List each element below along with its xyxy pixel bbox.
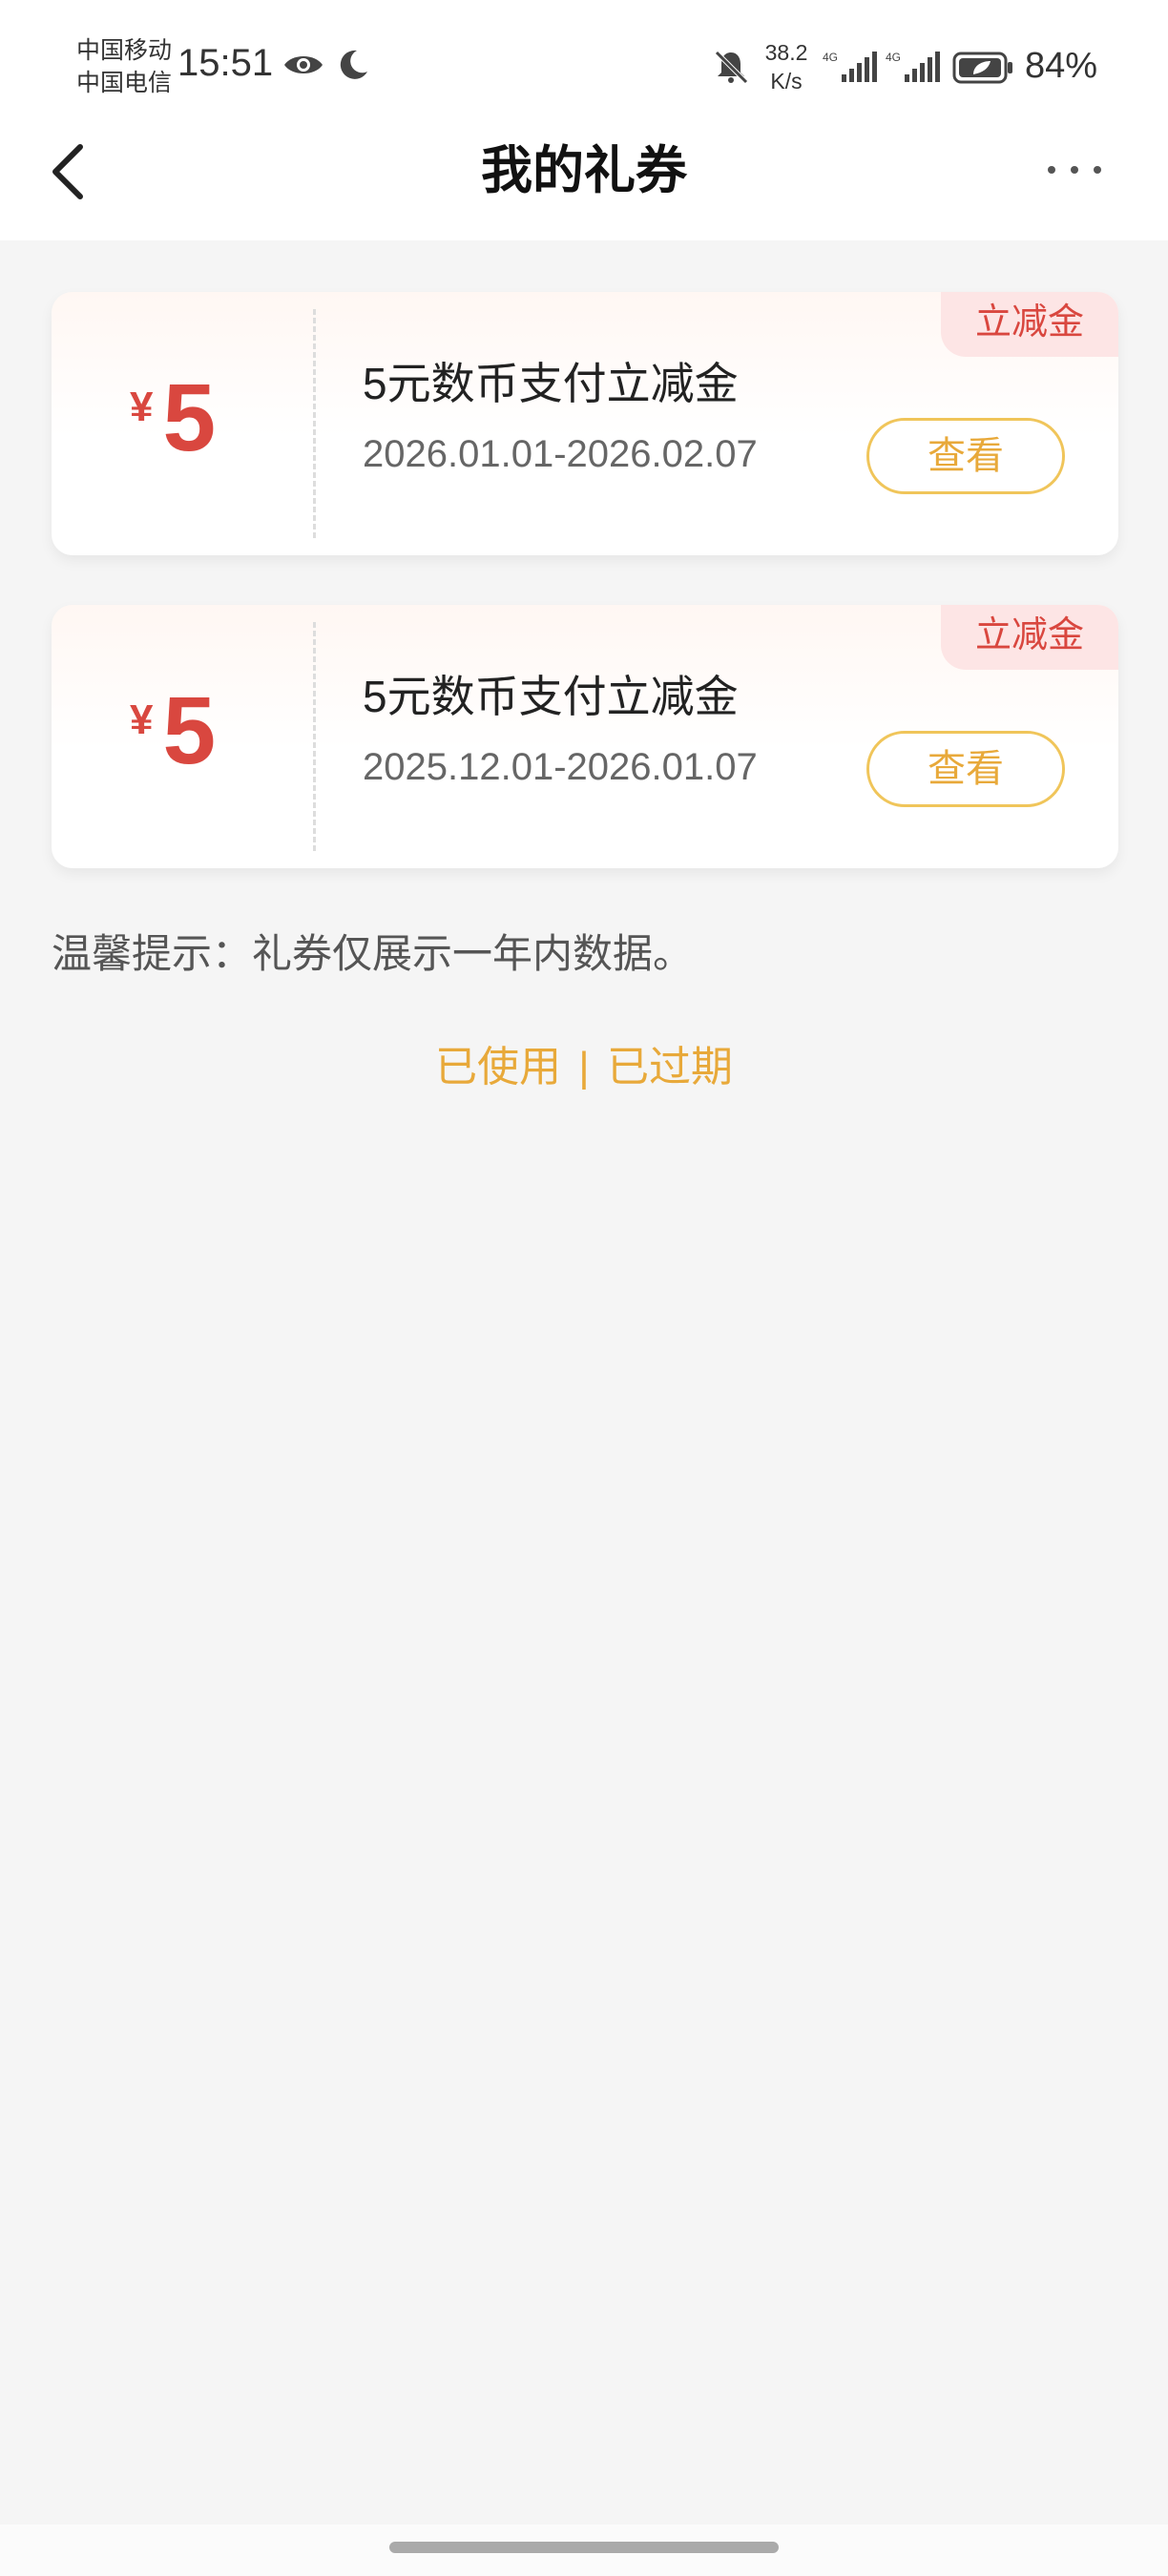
signal-icon: 4G: [886, 51, 940, 82]
more-options-icon[interactable]: [1046, 162, 1103, 177]
view-button[interactable]: 查看: [866, 731, 1065, 807]
link-separator: |: [578, 1044, 590, 1091]
battery-percent: 84%: [1025, 46, 1098, 86]
signal-1-label: 4G: [823, 51, 838, 64]
dashed-divider: [313, 622, 316, 851]
coupon-amount: ¥5: [130, 361, 216, 475]
network-speed-unit: K/s: [770, 69, 803, 93]
dashed-divider: [313, 309, 316, 538]
coupon-type-tag: 立减金: [941, 605, 1118, 670]
signal-2-label: 4G: [886, 51, 901, 64]
eye-icon: [284, 56, 323, 73]
home-indicator[interactable]: [389, 2542, 779, 2553]
currency-symbol: ¥: [130, 696, 154, 743]
coupon-value: 5: [162, 364, 217, 471]
carrier-info: 中国移动 中国电信: [76, 34, 172, 99]
network-speed: 38.2 K/s: [758, 38, 815, 95]
tip-text: 温馨提示：礼券仅展示一年内数据。: [52, 931, 694, 976]
signal-icon: 4G: [823, 51, 877, 82]
coupon-amount: ¥5: [130, 674, 216, 788]
used-coupons-link[interactable]: 已使用: [435, 1032, 561, 1093]
currency-symbol: ¥: [130, 384, 154, 430]
coupon-value: 5: [162, 677, 217, 784]
history-links: 已使用 | 已过期: [0, 1032, 1168, 1093]
battery-icon: [952, 52, 1012, 84]
carrier-2: 中国电信: [76, 70, 173, 96]
coupon-type-tag: 立减金: [941, 292, 1118, 357]
clock: 15:51: [177, 42, 274, 84]
carrier-1: 中国移动: [76, 37, 173, 64]
network-speed-value: 38.2: [764, 40, 808, 65]
view-button[interactable]: 查看: [866, 418, 1065, 494]
page-title: 我的礼券: [481, 142, 687, 199]
mute-bell-icon: [715, 51, 748, 84]
coupon-card[interactable]: ¥5 5元数币支付立减金 2026.01.01-2026.02.07 查看 立减…: [52, 292, 1118, 555]
coupon-title: 5元数币支付立减金: [363, 672, 739, 721]
moon-icon: [340, 50, 367, 79]
coupon-card[interactable]: ¥5 5元数币支付立减金 2025.12.01-2026.01.07 查看 立减…: [52, 605, 1118, 868]
coupon-date-range: 2025.12.01-2026.01.07: [363, 746, 758, 788]
coupon-title: 5元数币支付立减金: [363, 359, 739, 408]
coupon-date-range: 2026.01.01-2026.02.07: [363, 433, 758, 475]
expired-coupons-link[interactable]: 已过期: [607, 1032, 733, 1093]
